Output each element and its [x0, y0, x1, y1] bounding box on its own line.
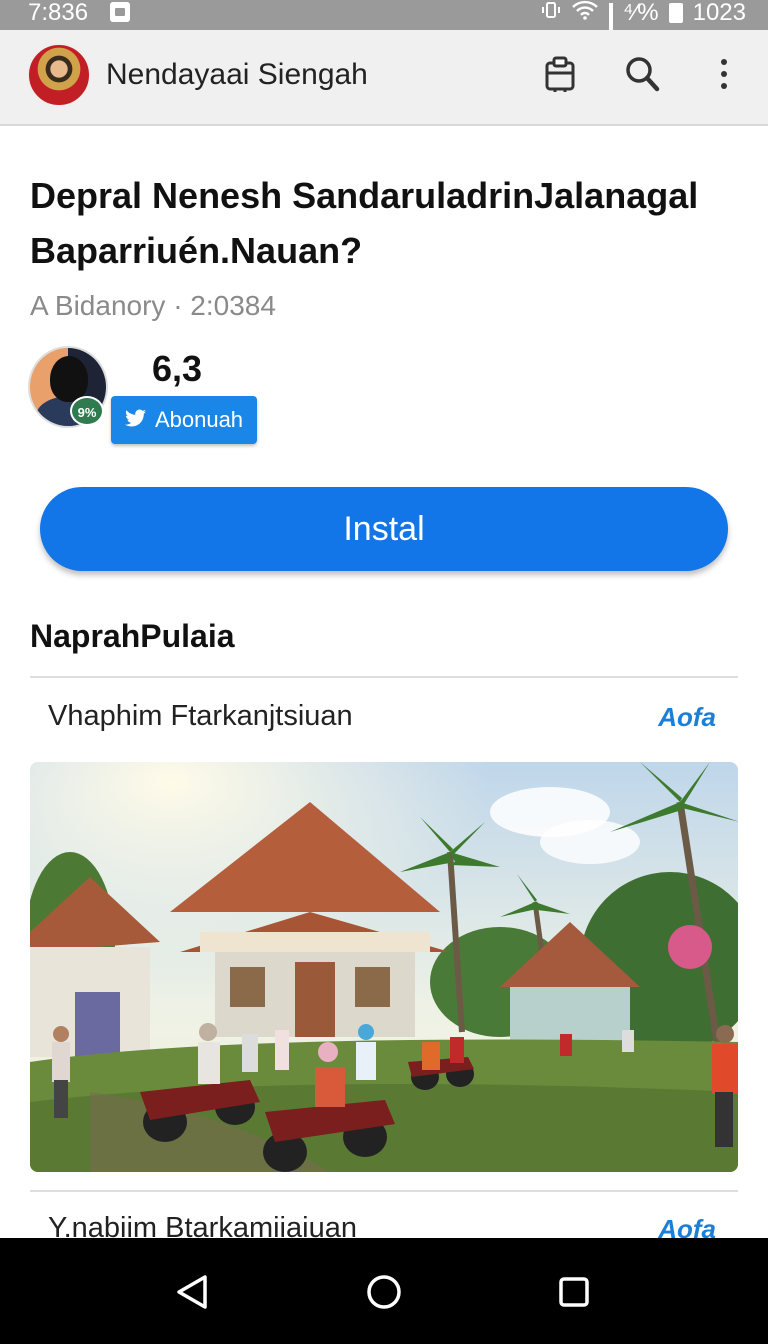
bird-icon [124, 407, 147, 433]
battery-percent: ⁴⁄% [622, 0, 659, 26]
wifi-icon [571, 0, 599, 27]
home-icon[interactable] [360, 1268, 408, 1316]
image-notification-icon [110, 2, 130, 22]
avatar-face [50, 356, 88, 402]
signal-icon [608, 3, 613, 67]
follow-button[interactable]: Abonuah [111, 396, 257, 444]
list-item-title[interactable]: Vhaphim Ftarkanjtsiuan [48, 700, 353, 733]
clipboard-icon[interactable] [538, 52, 582, 96]
status-bar: 7:836 ⁴⁄% 1023 [0, 0, 768, 67]
app-actions [538, 52, 746, 96]
list-item-tag[interactable]: Aofa [658, 702, 716, 733]
status-time: 7:836 [28, 0, 89, 26]
search-icon[interactable] [620, 52, 664, 96]
section-title: NaprahPulaia [30, 618, 235, 654]
follow-label: Abonuah [154, 407, 244, 432]
author-badge: 9% [70, 396, 104, 426]
app-title: Nendayaai Siengah [106, 58, 368, 91]
vibrate-icon [541, 0, 561, 27]
status-icons: ⁴⁄% 1023 [541, 0, 746, 67]
village-photo[interactable] [30, 762, 738, 1172]
install-button[interactable]: Instal [40, 487, 728, 571]
status-clock-right: 1023 [692, 0, 746, 26]
app-bar: Nendayaai Siengah [0, 30, 768, 126]
channel-avatar[interactable] [27, 43, 91, 107]
battery-icon [668, 3, 683, 23]
recents-icon[interactable] [550, 1268, 598, 1316]
section-divider [30, 676, 738, 678]
navigation-bar [0, 1238, 768, 1344]
item-divider [30, 1190, 738, 1192]
back-icon[interactable] [168, 1268, 216, 1316]
rating-value: 6,3 [152, 348, 203, 389]
more-vertical-icon[interactable] [702, 52, 746, 96]
article-byline: A Bidanory · 2:0384 [30, 290, 276, 321]
article-headline: Depral Nenesh SandaruladrinJalanagal Bap… [30, 175, 699, 271]
